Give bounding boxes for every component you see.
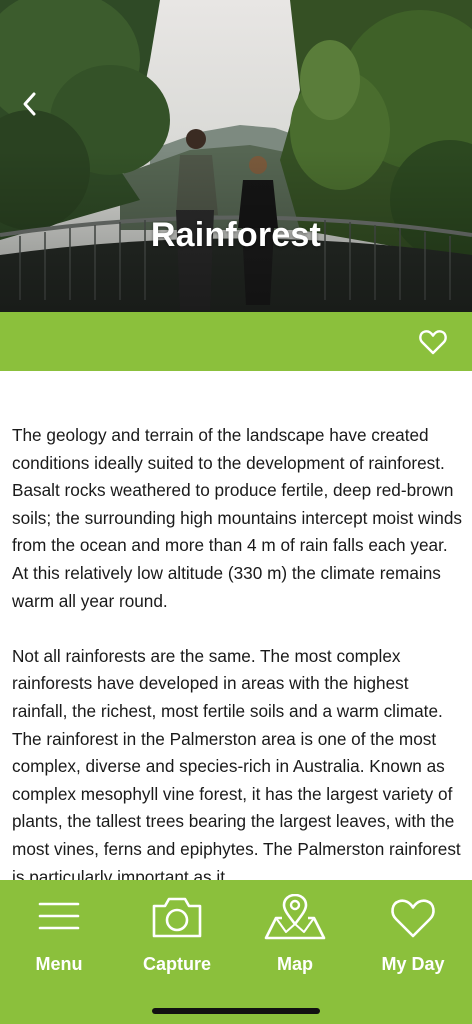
- chevron-left-icon: [23, 92, 36, 116]
- favorite-bar: [0, 312, 472, 371]
- paragraph: The geology and terrain of the landscape…: [12, 425, 462, 611]
- bottom-tab-bar: Menu Capture Map My Day: [0, 880, 472, 1024]
- heart-outline-icon: [391, 899, 435, 938]
- tab-capture[interactable]: Capture: [118, 894, 236, 986]
- rainforest-lookout-photo: [0, 0, 472, 312]
- tab-map[interactable]: Map: [236, 894, 354, 986]
- heart-outline-icon: [419, 330, 447, 355]
- camera-icon: [152, 897, 202, 938]
- tab-label: Capture: [142, 954, 211, 974]
- back-button[interactable]: [10, 82, 50, 126]
- hero-image: Rainforest: [0, 0, 472, 312]
- article-body: The geology and terrain of the landscape…: [12, 422, 464, 919]
- paragraph: Not all rainforests are the same. The mo…: [12, 645, 461, 887]
- tab-label: Map: [277, 954, 313, 974]
- tab-menu[interactable]: Menu: [0, 894, 118, 986]
- page-title: Rainforest: [150, 216, 322, 254]
- tab-label: Menu: [35, 954, 83, 974]
- tab-label: My Day: [381, 954, 445, 974]
- map-pin-icon: [264, 894, 326, 940]
- favorite-button[interactable]: [418, 327, 448, 357]
- home-indicator: [152, 1008, 320, 1014]
- tab-my-day[interactable]: My Day: [354, 894, 472, 986]
- hamburger-menu-icon: [38, 902, 80, 930]
